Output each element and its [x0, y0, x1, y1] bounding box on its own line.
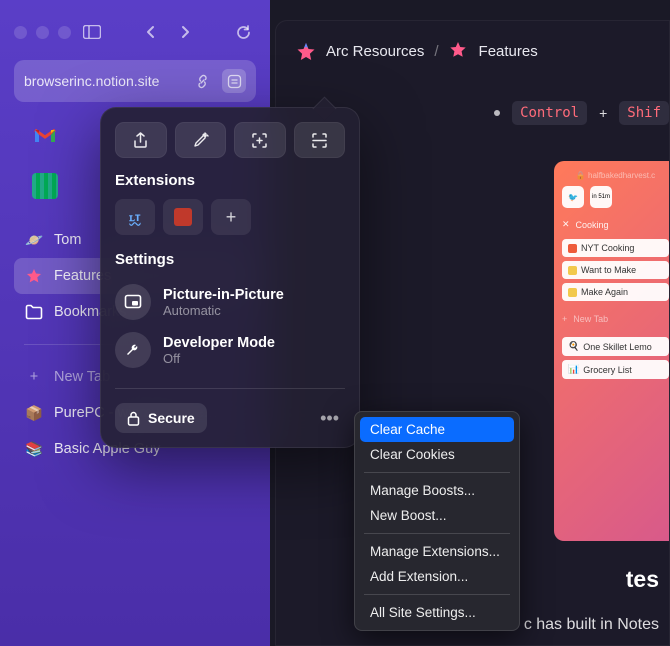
extension-languagetool[interactable]: ꮮт [115, 199, 155, 235]
thumb-card: 📊 Grocery List [562, 360, 669, 379]
wrench-icon [115, 332, 151, 368]
context-menu: Clear Cache Clear Cookies Manage Boosts.… [354, 411, 520, 631]
embedded-screenshot: 🔒 halfbakedharvest.c 🐦 in 51m ✕ Cooking … [554, 161, 669, 541]
star-icon [24, 266, 44, 286]
link-icon[interactable] [190, 69, 214, 93]
setting-subtitle: Automatic [163, 303, 284, 318]
secure-label: Secure [148, 410, 195, 426]
more-options-button[interactable]: ••• [314, 404, 345, 433]
section-title: tes [626, 566, 659, 593]
thumb-new-tab: + New Tab [562, 309, 669, 329]
titlebar [0, 0, 270, 50]
menu-manage-boosts[interactable]: Manage Boosts... [360, 478, 514, 503]
menu-add-extension[interactable]: Add Extension... [360, 564, 514, 589]
capture-button[interactable] [234, 122, 286, 158]
breadcrumb: Arc Resources / Features [276, 21, 669, 61]
menu-divider [364, 594, 510, 595]
kbd-control: Control [512, 101, 587, 125]
thumb-tab: 🐦 [562, 186, 584, 208]
menu-clear-cache[interactable]: Clear Cache [360, 417, 514, 442]
cube-icon: 📦 [24, 403, 44, 423]
setting-title: Developer Mode [163, 335, 275, 351]
extension-ublock[interactable] [163, 199, 203, 235]
section-body: c has built in Notes [524, 616, 659, 634]
setting-pip[interactable]: Picture-in-Picture Automatic [115, 278, 345, 326]
plus-icon: + [24, 367, 44, 387]
thumb-tab: in 51m [590, 186, 612, 208]
thumb-card: Want to Make [562, 261, 669, 279]
menu-divider [364, 533, 510, 534]
extensions-row: ꮮт + [115, 199, 345, 235]
thumb-url: 🔒 halfbakedharvest.c [562, 171, 669, 180]
pinned-app-gmail[interactable] [20, 116, 70, 156]
scan-button[interactable] [294, 122, 346, 158]
popover-action-row [115, 122, 345, 158]
arc-icon [296, 41, 316, 61]
thumb-card: Make Again [562, 283, 669, 301]
traffic-lights [14, 26, 71, 39]
url-bar[interactable]: browserinc.notion.site [14, 60, 256, 102]
star-icon [449, 41, 469, 61]
url-text: browserinc.notion.site [24, 73, 182, 89]
thumb-row: ✕ Cooking [562, 214, 669, 235]
menu-all-site-settings[interactable]: All Site Settings... [360, 600, 514, 625]
menu-new-boost[interactable]: New Boost... [360, 503, 514, 528]
keyboard-shortcut: Control + Shif [494, 101, 669, 125]
sidebar-toggle-icon[interactable] [79, 19, 105, 45]
pinned-app-5[interactable] [20, 166, 70, 206]
site-controls-popover: Extensions ꮮт + Settings Picture-in-Pict… [100, 107, 360, 448]
back-button[interactable] [138, 19, 164, 45]
lock-icon [127, 411, 140, 426]
bullet-icon [494, 110, 500, 116]
add-extension-button[interactable]: + [211, 199, 251, 235]
extensions-heading: Extensions [115, 172, 345, 189]
page-controls-icon[interactable] [222, 69, 246, 93]
kbd-shift: Shif [619, 101, 669, 125]
secure-badge[interactable]: Secure [115, 403, 207, 433]
setting-title: Picture-in-Picture [163, 287, 284, 303]
divider [115, 388, 345, 389]
share-button[interactable] [115, 122, 167, 158]
thumb-card: 🍳 One Skillet Lemo [562, 337, 669, 356]
menu-divider [364, 472, 510, 473]
pip-icon [115, 284, 151, 320]
breadcrumb-leaf[interactable]: Features [479, 43, 538, 60]
reload-button[interactable] [230, 19, 256, 45]
boost-button[interactable] [175, 122, 227, 158]
books-icon: 📚 [24, 439, 44, 459]
maximize-window-button[interactable] [58, 26, 71, 39]
close-window-button[interactable] [14, 26, 27, 39]
settings-heading: Settings [115, 251, 345, 268]
planet-icon: 🪐 [24, 230, 44, 250]
menu-manage-extensions[interactable]: Manage Extensions... [360, 539, 514, 564]
forward-button[interactable] [172, 19, 198, 45]
minimize-window-button[interactable] [36, 26, 49, 39]
kbd-plus: + [599, 105, 607, 121]
nav-label: Tom [54, 232, 81, 248]
folder-icon [24, 302, 44, 322]
setting-dev-mode[interactable]: Developer Mode Off [115, 326, 345, 374]
menu-clear-cookies[interactable]: Clear Cookies [360, 442, 514, 467]
thumb-card: NYT Cooking [562, 239, 669, 257]
breadcrumb-root[interactable]: Arc Resources [326, 43, 424, 60]
breadcrumb-separator: / [434, 43, 438, 60]
setting-subtitle: Off [163, 351, 275, 366]
